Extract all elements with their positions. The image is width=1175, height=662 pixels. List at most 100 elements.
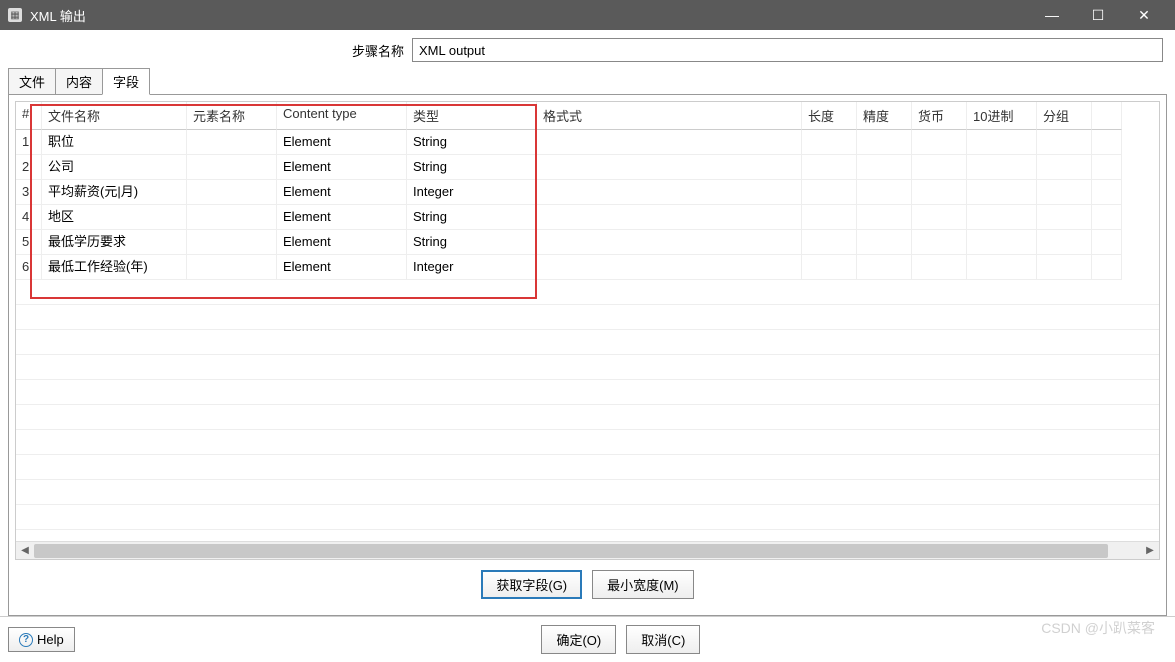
cell-length[interactable] bbox=[802, 155, 857, 180]
col-type[interactable]: 类型 bbox=[407, 102, 537, 130]
cell-extra[interactable] bbox=[1092, 130, 1122, 155]
cell-filename[interactable]: 地区 bbox=[42, 205, 187, 230]
cell-group[interactable] bbox=[1037, 180, 1092, 205]
cell-length[interactable] bbox=[802, 255, 857, 280]
cell-precision[interactable] bbox=[857, 180, 912, 205]
cell-extra[interactable] bbox=[1092, 255, 1122, 280]
horizontal-scrollbar[interactable]: ◀ ▶ bbox=[16, 541, 1159, 559]
cell-length[interactable] bbox=[802, 180, 857, 205]
cell-decimal[interactable] bbox=[967, 180, 1037, 205]
cell-group[interactable] bbox=[1037, 205, 1092, 230]
col-filename[interactable]: 文件名称 bbox=[42, 102, 187, 130]
col-length[interactable]: 长度 bbox=[802, 102, 857, 130]
cell-filename[interactable]: 最低工作经验(年) bbox=[42, 255, 187, 280]
cell-decimal[interactable] bbox=[967, 255, 1037, 280]
cell-decimal[interactable] bbox=[967, 155, 1037, 180]
cell-contentType[interactable]: Element bbox=[277, 205, 407, 230]
cell-precision[interactable] bbox=[857, 155, 912, 180]
minimize-button[interactable]: ― bbox=[1029, 0, 1075, 30]
cell-element[interactable] bbox=[187, 255, 277, 280]
cell-format[interactable] bbox=[537, 255, 802, 280]
cell-filename[interactable]: 职位 bbox=[42, 130, 187, 155]
cell-currency[interactable] bbox=[912, 155, 967, 180]
scroll-right-icon[interactable]: ▶ bbox=[1141, 542, 1159, 560]
col-currency[interactable]: 货币 bbox=[912, 102, 967, 130]
cell-extra[interactable] bbox=[1092, 205, 1122, 230]
col-precision[interactable]: 精度 bbox=[857, 102, 912, 130]
cell-type[interactable]: Integer bbox=[407, 180, 537, 205]
cell-filename[interactable]: 平均薪资(元|月) bbox=[42, 180, 187, 205]
ok-button[interactable]: 确定(O) bbox=[541, 625, 616, 654]
cell-contentType[interactable]: Element bbox=[277, 230, 407, 255]
scroll-thumb[interactable] bbox=[34, 544, 1108, 558]
cell-element[interactable] bbox=[187, 155, 277, 180]
tab-fields[interactable]: 字段 bbox=[102, 68, 150, 95]
col-contenttype[interactable]: Content type bbox=[277, 102, 407, 130]
cell-n[interactable]: 6 bbox=[16, 255, 42, 280]
cell-currency[interactable] bbox=[912, 205, 967, 230]
cell-group[interactable] bbox=[1037, 130, 1092, 155]
help-button[interactable]: ? Help bbox=[8, 627, 75, 652]
cell-currency[interactable] bbox=[912, 130, 967, 155]
cell-format[interactable] bbox=[537, 205, 802, 230]
cell-currency[interactable] bbox=[912, 180, 967, 205]
tab-file[interactable]: 文件 bbox=[8, 68, 56, 95]
cell-format[interactable] bbox=[537, 230, 802, 255]
cell-decimal[interactable] bbox=[967, 205, 1037, 230]
cell-n[interactable]: 3 bbox=[16, 180, 42, 205]
cell-precision[interactable] bbox=[857, 205, 912, 230]
col-extra[interactable] bbox=[1092, 102, 1122, 130]
step-name-input[interactable] bbox=[412, 38, 1163, 62]
cell-group[interactable] bbox=[1037, 255, 1092, 280]
col-num[interactable]: # bbox=[16, 102, 42, 130]
cell-extra[interactable] bbox=[1092, 230, 1122, 255]
cell-currency[interactable] bbox=[912, 230, 967, 255]
cell-filename[interactable]: 公司 bbox=[42, 155, 187, 180]
cell-extra[interactable] bbox=[1092, 180, 1122, 205]
cell-currency[interactable] bbox=[912, 255, 967, 280]
tab-content[interactable]: 内容 bbox=[55, 68, 103, 95]
cell-format[interactable] bbox=[537, 155, 802, 180]
cell-element[interactable] bbox=[187, 205, 277, 230]
cell-decimal[interactable] bbox=[967, 230, 1037, 255]
cell-contentType[interactable]: Element bbox=[277, 130, 407, 155]
cell-type[interactable]: String bbox=[407, 155, 537, 180]
cell-precision[interactable] bbox=[857, 230, 912, 255]
cell-format[interactable] bbox=[537, 180, 802, 205]
close-button[interactable]: ✕ bbox=[1121, 0, 1167, 30]
cell-decimal[interactable] bbox=[967, 130, 1037, 155]
col-element[interactable]: 元素名称 bbox=[187, 102, 277, 130]
cell-n[interactable]: 2 bbox=[16, 155, 42, 180]
cell-group[interactable] bbox=[1037, 155, 1092, 180]
cell-contentType[interactable]: Element bbox=[277, 180, 407, 205]
cell-type[interactable]: String bbox=[407, 205, 537, 230]
empty-rows[interactable] bbox=[16, 280, 1159, 541]
maximize-button[interactable]: ☐ bbox=[1075, 0, 1121, 30]
cell-element[interactable] bbox=[187, 230, 277, 255]
col-decimal[interactable]: 10进制 bbox=[967, 102, 1037, 130]
col-format[interactable]: 格式式 bbox=[537, 102, 802, 130]
scroll-left-icon[interactable]: ◀ bbox=[16, 542, 34, 560]
cell-n[interactable]: 4 bbox=[16, 205, 42, 230]
cell-group[interactable] bbox=[1037, 230, 1092, 255]
cell-extra[interactable] bbox=[1092, 155, 1122, 180]
min-width-button[interactable]: 最小宽度(M) bbox=[592, 570, 694, 599]
cell-filename[interactable]: 最低学历要求 bbox=[42, 230, 187, 255]
cell-contentType[interactable]: Element bbox=[277, 255, 407, 280]
cell-length[interactable] bbox=[802, 205, 857, 230]
col-group[interactable]: 分组 bbox=[1037, 102, 1092, 130]
cell-length[interactable] bbox=[802, 130, 857, 155]
scroll-track[interactable] bbox=[34, 542, 1141, 560]
cell-element[interactable] bbox=[187, 130, 277, 155]
cell-type[interactable]: String bbox=[407, 230, 537, 255]
cell-precision[interactable] bbox=[857, 130, 912, 155]
cell-length[interactable] bbox=[802, 230, 857, 255]
cell-type[interactable]: Integer bbox=[407, 255, 537, 280]
cell-format[interactable] bbox=[537, 130, 802, 155]
cell-precision[interactable] bbox=[857, 255, 912, 280]
get-fields-button[interactable]: 获取字段(G) bbox=[481, 570, 582, 599]
cell-contentType[interactable]: Element bbox=[277, 155, 407, 180]
cell-type[interactable]: String bbox=[407, 130, 537, 155]
cancel-button[interactable]: 取消(C) bbox=[626, 625, 700, 654]
cell-n[interactable]: 1 bbox=[16, 130, 42, 155]
